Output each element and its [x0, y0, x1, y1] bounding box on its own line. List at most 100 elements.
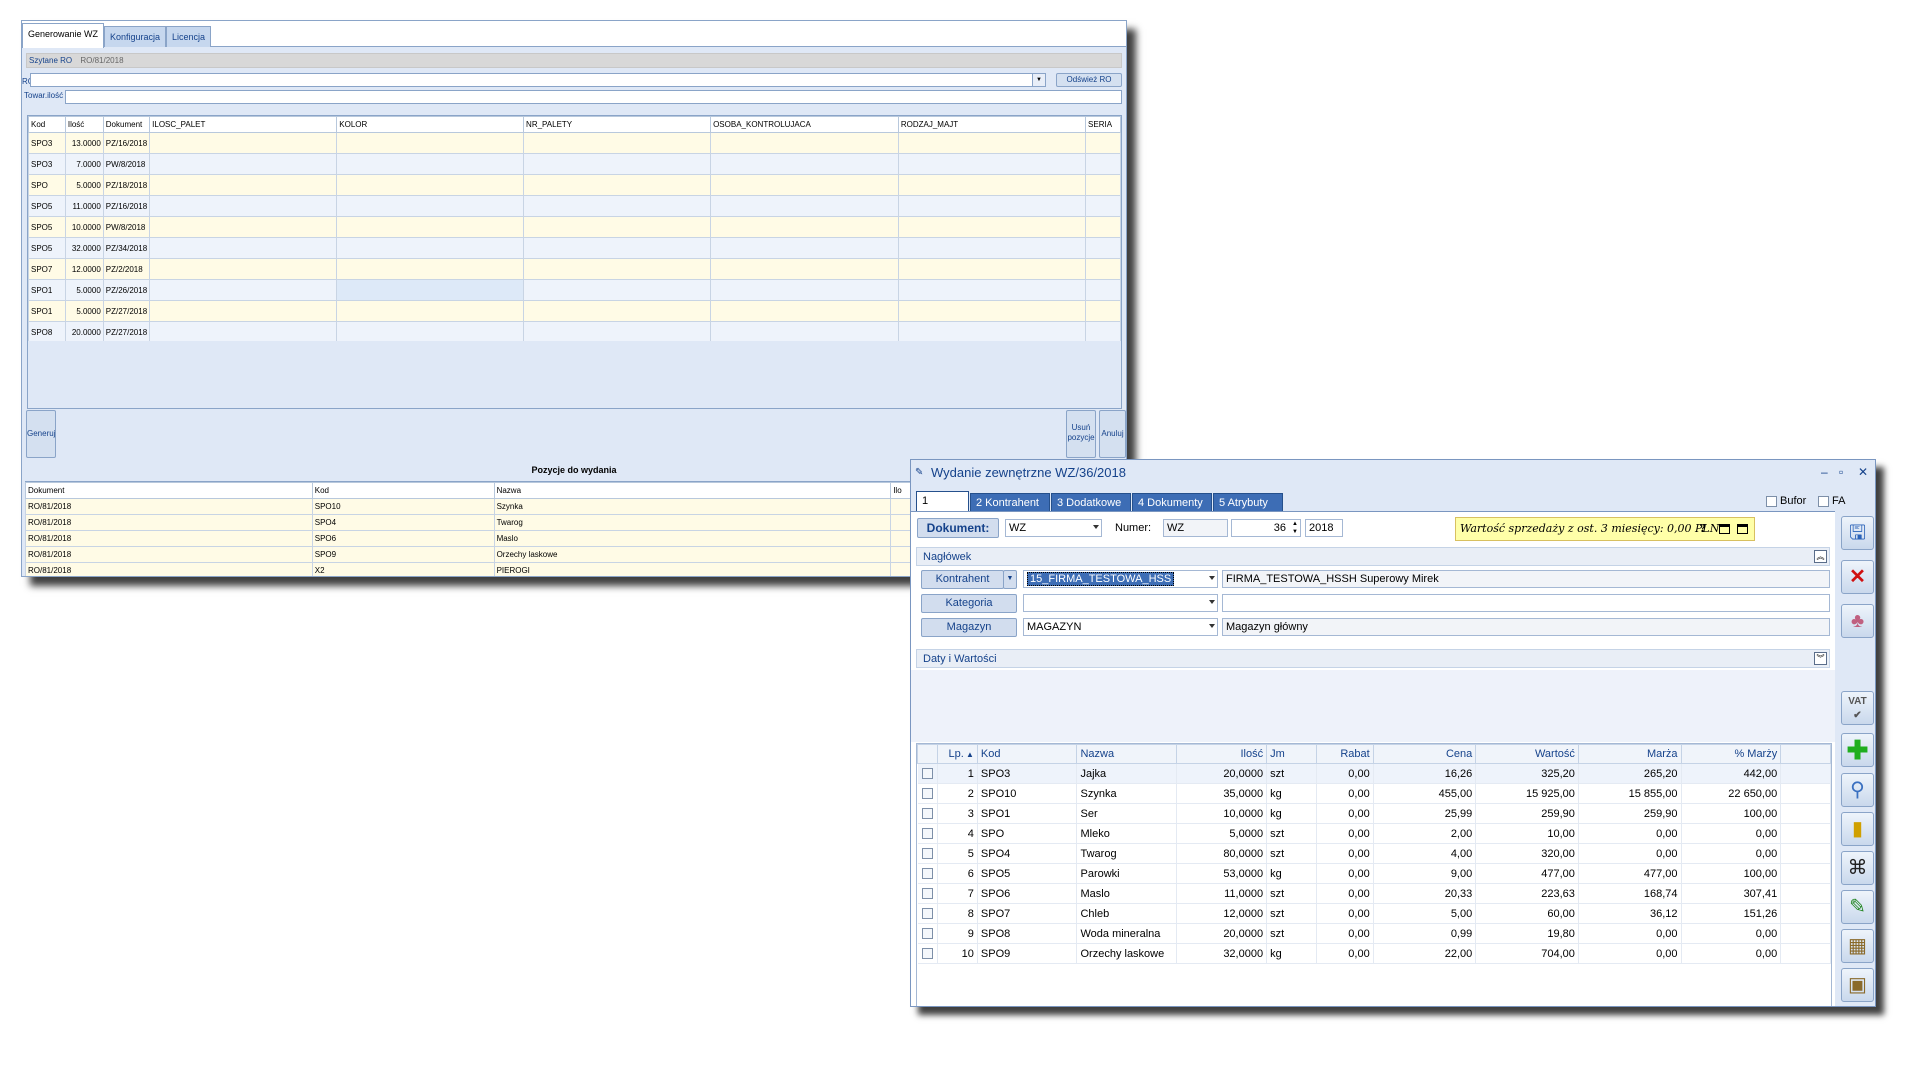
table-cell[interactable] [710, 279, 899, 301]
magnifier-icon[interactable]: ⚲ [1841, 773, 1874, 807]
table-cell[interactable] [897, 237, 1087, 259]
table-cell[interactable] [710, 321, 899, 343]
table-cell[interactable] [336, 321, 525, 343]
numer-stepper[interactable]: 36 ▲ ▼ [1231, 519, 1301, 537]
add-icon[interactable]: ✚ [1841, 733, 1874, 767]
expand-icon[interactable]: ︾ [1814, 652, 1827, 665]
table-cell[interactable] [149, 258, 338, 280]
document-button[interactable]: Dokument: [917, 518, 999, 538]
row-checkbox[interactable] [921, 908, 933, 920]
table-cell[interactable] [710, 174, 899, 196]
table-cell[interactable] [149, 174, 338, 196]
kontrahent-code-select[interactable]: 15_FIRMA_TESTOWA_HSS [1023, 570, 1218, 588]
row-checkbox[interactable] [921, 868, 933, 880]
table-cell[interactable] [710, 195, 899, 217]
table-cell[interactable] [336, 279, 525, 301]
table-cell[interactable] [149, 132, 338, 154]
magazyn-select[interactable]: MAGAZYN [1023, 618, 1218, 636]
table-cell[interactable] [897, 279, 1087, 301]
table-cell[interactable] [149, 216, 338, 238]
package-icon[interactable]: ▣ [1841, 968, 1874, 1002]
table-row[interactable]: SPO1 5.0000 PZ/27/2018 [28, 300, 1121, 322]
refresh-ro-button[interactable]: Odśwież RO [1056, 73, 1122, 87]
table-cell[interactable] [710, 132, 899, 154]
row-checkbox[interactable] [921, 768, 933, 780]
tab-ogolne[interactable]: 1 Ogólne [916, 491, 969, 525]
table-cell[interactable] [149, 321, 338, 343]
table-row[interactable]: 6 SPO5 Parowki 53,0000 kg 0,00 9,00 477,00 477,0… [917, 863, 1831, 884]
table-row[interactable]: SPO5 10.0000 PW/8/2018 [28, 216, 1121, 238]
table-row[interactable]: SPO1 5.0000 PZ/26/2018 [28, 279, 1121, 301]
table-cell[interactable] [523, 321, 712, 343]
table-cell[interactable] [1085, 237, 1121, 259]
table-cell[interactable] [897, 195, 1087, 217]
table-cell[interactable] [336, 300, 525, 322]
daty-wartosci-section[interactable]: Daty i Wartości ︾ [916, 649, 1830, 668]
table-cell[interactable] [336, 195, 525, 217]
help-icon[interactable]: ? [1700, 518, 1706, 540]
table-cell[interactable] [897, 216, 1087, 238]
column-header[interactable]: Cena [1372, 744, 1477, 764]
table-cell[interactable] [523, 132, 712, 154]
ro-select[interactable]: ▼ [30, 73, 1046, 87]
table-cell[interactable] [710, 258, 899, 280]
table-cell[interactable] [149, 153, 338, 175]
table-cell[interactable] [1085, 300, 1121, 322]
table-row[interactable]: 3 SPO1 Ser 10,0000 kg 0,00 25,99 259,90 259,90 10… [917, 803, 1831, 824]
table-cell[interactable] [523, 237, 712, 259]
table-cell[interactable] [897, 132, 1087, 154]
table-cell[interactable] [1085, 132, 1121, 154]
kategoria-select[interactable] [1023, 594, 1218, 612]
kontrahent-menu-icon[interactable]: ▼ [1003, 570, 1017, 589]
table-row[interactable]: 5 SPO4 Twarog 80,0000 szt 0,00 4,00 320,00 0,00 0… [917, 843, 1831, 864]
kategoria-button[interactable]: Kategoria [921, 594, 1017, 613]
table-cell[interactable] [149, 237, 338, 259]
table-cell[interactable] [336, 216, 525, 238]
column-header[interactable]: Rabat [1315, 744, 1374, 764]
kategoria-description-field[interactable] [1222, 594, 1830, 612]
maximize-icon[interactable]: ▫ [1839, 465, 1843, 479]
column-header[interactable]: Marża [1577, 744, 1682, 764]
table-cell[interactable] [523, 279, 712, 301]
table-cell[interactable] [336, 237, 525, 259]
tab-generowanie-wz[interactable]: Generowanie WZ [22, 23, 105, 48]
table-row[interactable]: 7 SPO6 Maslo 11,0000 szt 0,00 20,33 223,63 168,7… [917, 883, 1831, 904]
table-cell[interactable] [523, 258, 712, 280]
table-cell[interactable] [897, 153, 1087, 175]
column-header[interactable]: Wartość [1475, 744, 1579, 764]
table-row[interactable]: SPO3 13.0000 PZ/16/2018 [28, 132, 1121, 154]
tab-kontrahent[interactable]: 2 Kontrahent [970, 493, 1050, 512]
table-cell[interactable] [897, 300, 1087, 322]
numer-year-field[interactable]: 2018 [1305, 519, 1343, 537]
stepper-arrows-icon[interactable]: ▲ ▼ [1292, 520, 1298, 536]
column-header[interactable]: Lp. ▲ [936, 744, 978, 764]
binoculars-icon[interactable]: ⌘ [1841, 851, 1874, 885]
table-cell[interactable] [523, 195, 712, 217]
table-cell[interactable] [1085, 195, 1121, 217]
save-icon[interactable]: 🖫 [1841, 516, 1874, 550]
table-cell[interactable] [149, 195, 338, 217]
table-cell[interactable] [897, 321, 1087, 343]
table-row[interactable]: SPO3 7.0000 PW/8/2018 [28, 153, 1121, 175]
collapse-icon[interactable]: ︽ [1814, 550, 1827, 563]
table-row[interactable]: SPO5 32.0000 PZ/34/2018 [28, 237, 1121, 259]
tab-licencja[interactable]: Licencja [166, 26, 212, 47]
table-cell[interactable] [523, 300, 712, 322]
table-row[interactable]: SPO 5.0000 PZ/18/2018 [28, 174, 1121, 196]
table-cell[interactable] [523, 174, 712, 196]
table-cell[interactable] [897, 174, 1087, 196]
documents-icon[interactable]: ✎ [1841, 890, 1874, 924]
row-checkbox[interactable] [921, 828, 933, 840]
table-cell[interactable] [710, 300, 899, 322]
table-cell[interactable] [336, 174, 525, 196]
table-cell[interactable] [1085, 258, 1121, 280]
table-row[interactable]: SPO8 20.0000 PZ/27/2018 [28, 321, 1121, 343]
magazyn-button[interactable]: Magazyn [921, 618, 1017, 637]
table-cell[interactable] [1085, 153, 1121, 175]
naglowek-section[interactable]: Nagłówek ︽ [916, 547, 1830, 566]
table-cell[interactable] [710, 153, 899, 175]
table-row[interactable]: 2 SPO10 Szynka 35,0000 kg 0,00 455,00 15 925,00… [917, 783, 1831, 804]
table-cell[interactable] [1085, 321, 1121, 343]
restore-icon[interactable] [1719, 524, 1730, 534]
table-cell[interactable] [336, 258, 525, 280]
